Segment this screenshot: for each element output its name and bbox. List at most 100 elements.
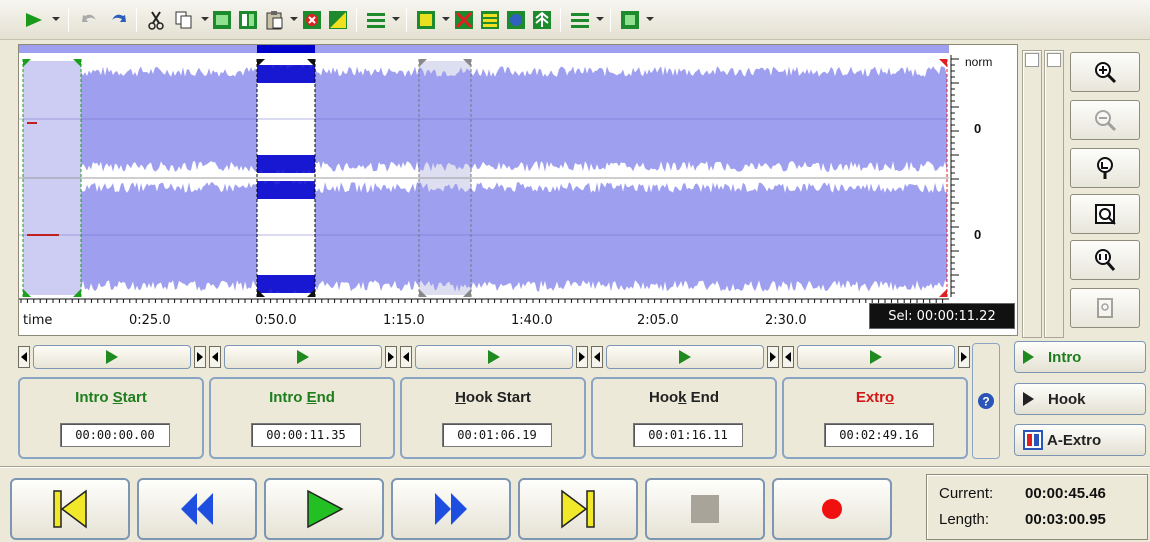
normalize-icon[interactable] bbox=[414, 8, 438, 32]
copy-dropdown[interactable] bbox=[201, 17, 209, 21]
stop-button[interactable] bbox=[645, 478, 765, 540]
skip-start-icon bbox=[53, 489, 87, 529]
play-icon bbox=[1023, 350, 1034, 364]
remove-icon[interactable] bbox=[452, 8, 476, 32]
list-dropdown[interactable] bbox=[596, 17, 604, 21]
scroll-left-arrow[interactable] bbox=[782, 346, 794, 368]
cut-icon[interactable] bbox=[144, 8, 168, 32]
scroll-right-arrow[interactable] bbox=[194, 346, 206, 368]
volume-slider[interactable] bbox=[1044, 50, 1064, 338]
auto-extro-icon bbox=[1023, 430, 1043, 450]
play-intro-button[interactable]: Intro bbox=[1014, 341, 1146, 373]
time-label: 0:50.0 bbox=[255, 313, 297, 328]
toolbar bbox=[0, 0, 1150, 40]
vertical-zoom-slider[interactable] bbox=[1022, 50, 1042, 338]
play-icon bbox=[307, 489, 344, 529]
extro-marker[interactable]: Extro 00:02:49.16 bbox=[782, 377, 968, 459]
help-icon: ? bbox=[978, 393, 994, 409]
intro-end-marker[interactable]: Intro End 00:00:11.35 bbox=[209, 377, 395, 459]
timer-icon[interactable] bbox=[504, 8, 528, 32]
scroll-right-arrow[interactable] bbox=[767, 346, 779, 368]
svg-text:?: ? bbox=[982, 395, 989, 409]
align-dropdown[interactable] bbox=[392, 17, 400, 21]
align-icon[interactable] bbox=[364, 8, 388, 32]
waveform-canvas[interactable] bbox=[19, 45, 1019, 337]
scroll-left-arrow[interactable] bbox=[209, 346, 221, 368]
zoom-fit-button[interactable] bbox=[1070, 194, 1140, 234]
hook-start-time-field[interactable]: 00:01:06.19 bbox=[442, 423, 552, 447]
go-to-end-button[interactable] bbox=[518, 478, 638, 540]
skip-end-icon bbox=[561, 489, 595, 529]
extro-time-field[interactable]: 00:02:49.16 bbox=[824, 423, 934, 447]
time-label: 2:30.0 bbox=[765, 313, 807, 328]
paste-icon[interactable] bbox=[262, 8, 286, 32]
intro-start-marker[interactable]: Intro Start 00:00:00.00 bbox=[18, 377, 204, 459]
marker-title: Intro Start bbox=[75, 389, 147, 406]
play-icon bbox=[488, 350, 500, 364]
zoom-reset-button[interactable] bbox=[1070, 288, 1140, 328]
zoom-out-button[interactable] bbox=[1070, 100, 1140, 140]
scroll-right-arrow[interactable] bbox=[576, 346, 588, 368]
hook-start-marker[interactable]: Hook Start 00:01:06.19 bbox=[400, 377, 586, 459]
delete-icon[interactable] bbox=[300, 8, 324, 32]
waveform-panel[interactable]: norm 0 0 time 0:25.0 0:50.0 1:15.0 1:40.… bbox=[18, 44, 1018, 336]
zoom-selection-button[interactable] bbox=[1070, 148, 1140, 188]
fast-forward-button[interactable] bbox=[391, 478, 511, 540]
marker-title: Hook End bbox=[648, 389, 719, 406]
fast-forward-icon bbox=[435, 493, 467, 525]
trim-icon[interactable] bbox=[210, 8, 234, 32]
fade-icon[interactable] bbox=[326, 8, 350, 32]
marker-title: Extro bbox=[855, 389, 895, 406]
equalize-icon[interactable] bbox=[478, 8, 502, 32]
zoom-in-button[interactable] bbox=[1070, 52, 1140, 92]
play-icon bbox=[679, 350, 691, 364]
play-segment-button[interactable] bbox=[415, 345, 573, 369]
paste-dropdown[interactable] bbox=[290, 17, 298, 21]
hook-end-time-field[interactable]: 00:01:16.11 bbox=[633, 423, 743, 447]
split-icon[interactable] bbox=[236, 8, 260, 32]
segment-extro-player bbox=[782, 343, 970, 371]
db-label-top: 0 bbox=[974, 121, 982, 136]
play-segment-button[interactable] bbox=[797, 345, 955, 369]
tempo-icon[interactable] bbox=[530, 8, 554, 32]
intro-end-time-field[interactable]: 00:00:11.35 bbox=[251, 423, 361, 447]
segment-intro-start-player bbox=[18, 343, 206, 371]
play-dropdown[interactable] bbox=[52, 17, 60, 21]
time-label: time bbox=[23, 313, 53, 328]
scroll-left-arrow[interactable] bbox=[591, 346, 603, 368]
time-label: 1:40.0 bbox=[511, 313, 553, 328]
zoom-in-icon bbox=[1095, 62, 1117, 84]
zoom-region-button[interactable] bbox=[1070, 240, 1140, 280]
play-segment-button[interactable] bbox=[33, 345, 191, 369]
zoom-fit-icon bbox=[1095, 204, 1116, 225]
hook-end-marker[interactable]: Hook End 00:01:16.11 bbox=[591, 377, 777, 459]
scroll-right-arrow[interactable] bbox=[385, 346, 397, 368]
zoom-reset-icon bbox=[1097, 298, 1113, 318]
scroll-left-arrow[interactable] bbox=[18, 346, 30, 368]
record-button[interactable] bbox=[772, 478, 892, 540]
list-icon[interactable] bbox=[568, 8, 592, 32]
help-button[interactable]: ? bbox=[972, 343, 1000, 459]
play-segment-button[interactable] bbox=[224, 345, 382, 369]
rewind-button[interactable] bbox=[137, 478, 257, 540]
zoom-out-icon bbox=[1095, 110, 1117, 132]
effects-dropdown[interactable] bbox=[646, 17, 654, 21]
copy-icon[interactable] bbox=[172, 8, 196, 32]
play-icon bbox=[1023, 392, 1034, 406]
play-segment-button[interactable] bbox=[606, 345, 764, 369]
go-to-start-button[interactable] bbox=[10, 478, 130, 540]
auto-extro-button[interactable]: A-Extro bbox=[1014, 424, 1146, 456]
scroll-right-arrow[interactable] bbox=[958, 346, 970, 368]
play-button[interactable] bbox=[264, 478, 384, 540]
scroll-left-arrow[interactable] bbox=[400, 346, 412, 368]
play-icon bbox=[870, 350, 882, 364]
redo-icon[interactable] bbox=[106, 8, 130, 32]
play-icon[interactable] bbox=[22, 8, 46, 32]
intro-start-time-field[interactable]: 00:00:00.00 bbox=[60, 423, 170, 447]
undo-icon[interactable] bbox=[78, 8, 102, 32]
record-icon bbox=[822, 499, 842, 519]
play-hook-button[interactable]: Hook bbox=[1014, 383, 1146, 415]
normalize-dropdown[interactable] bbox=[442, 17, 450, 21]
effects-icon[interactable] bbox=[618, 8, 642, 32]
stop-icon bbox=[691, 495, 719, 523]
